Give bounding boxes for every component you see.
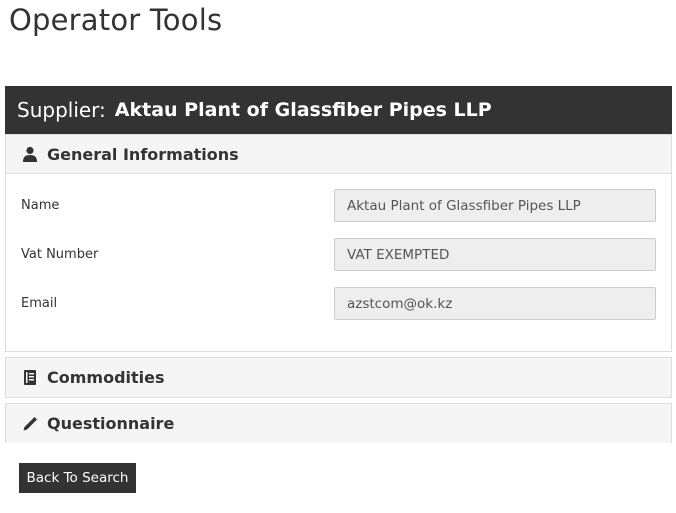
back-to-search-button[interactable]: Back To Search <box>19 463 136 493</box>
commodities-panel: Commodities <box>5 357 672 398</box>
email-row: Email <box>6 287 671 321</box>
page-title: Operator Tools <box>9 3 223 37</box>
name-field[interactable] <box>334 189 656 222</box>
commodities-title: Commodities <box>47 368 165 387</box>
email-field[interactable] <box>334 287 656 320</box>
name-row: Name <box>6 189 671 223</box>
vat-number-field[interactable] <box>334 238 656 271</box>
book-icon <box>21 369 38 386</box>
pencil-icon <box>21 415 38 432</box>
commodities-heading[interactable]: Commodities <box>6 358 671 397</box>
supplier-header: Supplier: Aktau Plant of Glassfiber Pipe… <box>5 86 672 134</box>
name-label: Name <box>21 198 60 213</box>
general-informations-title: General Informations <box>47 144 239 164</box>
general-informations-heading[interactable]: General Informations <box>6 135 671 174</box>
email-label: Email <box>21 296 58 311</box>
general-informations-panel: General Informations Name Vat Number Ema… <box>5 134 672 352</box>
questionnaire-title: Questionnaire <box>47 414 175 433</box>
questionnaire-panel: Questionnaire <box>5 403 672 443</box>
vat-number-label: Vat Number <box>21 247 99 262</box>
supplier-name: Aktau Plant of Glassfiber Pipes LLP <box>114 99 492 121</box>
vat-number-row: Vat Number <box>6 238 671 272</box>
supplier-label: Supplier: <box>17 98 106 122</box>
questionnaire-heading[interactable]: Questionnaire <box>6 404 671 443</box>
user-icon <box>21 146 38 163</box>
